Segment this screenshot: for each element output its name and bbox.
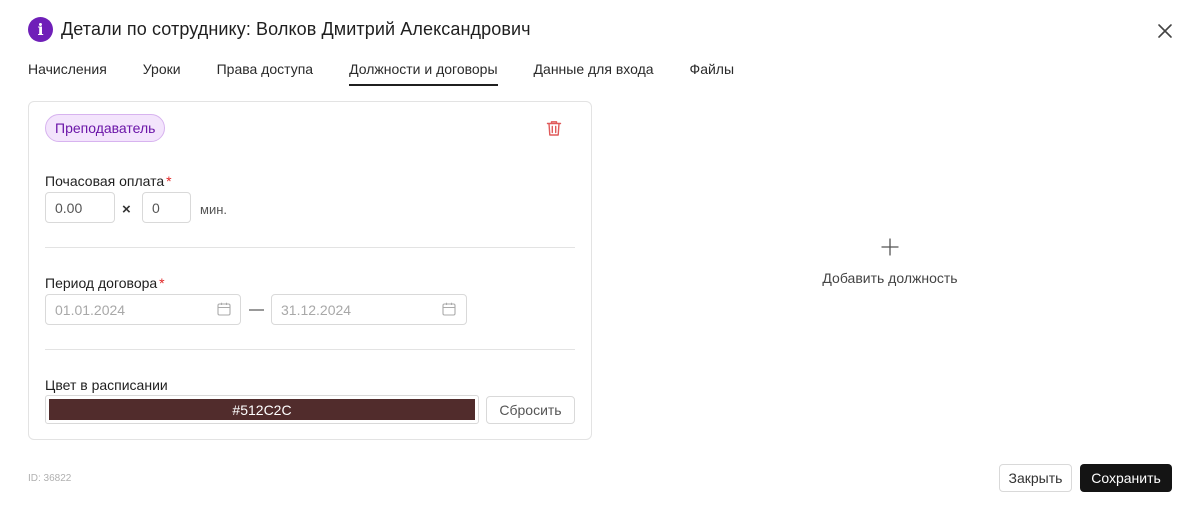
color-swatch[interactable]: #512C2C bbox=[49, 399, 475, 420]
tab-login-data[interactable]: Данные для входа bbox=[534, 60, 654, 86]
divider bbox=[45, 349, 575, 350]
tab-files[interactable]: Файлы bbox=[690, 60, 734, 86]
save-button[interactable]: Сохранить bbox=[1080, 464, 1172, 492]
add-position-label: Добавить должность bbox=[822, 270, 958, 286]
info-icon: i bbox=[28, 17, 53, 42]
date-separator: — bbox=[249, 301, 264, 318]
hourly-rate-label: Почасовая оплата * bbox=[45, 173, 172, 189]
contract-period-label-text: Период договора bbox=[45, 275, 158, 291]
role-tag: Преподаватель bbox=[45, 114, 166, 142]
trash-icon[interactable] bbox=[545, 119, 563, 137]
contract-end-date-input[interactable] bbox=[271, 294, 467, 325]
add-position-button[interactable]: Добавить должность bbox=[790, 238, 990, 304]
reset-color-button[interactable]: Сбросить bbox=[486, 396, 575, 424]
close-icon[interactable] bbox=[1154, 20, 1176, 42]
hourly-rate-input[interactable] bbox=[45, 192, 115, 223]
tab-positions-contracts[interactable]: Должности и договоры bbox=[349, 60, 499, 86]
tab-access-rights[interactable]: Права доступа bbox=[217, 60, 313, 86]
tab-lessons[interactable]: Уроки bbox=[143, 60, 181, 86]
calendar-icon[interactable] bbox=[217, 302, 231, 316]
required-mark: * bbox=[166, 173, 172, 189]
times-sign: × bbox=[122, 201, 131, 218]
employee-details-modal: i Детали по сотруднику: Волков Дмитрий А… bbox=[0, 0, 1200, 512]
contract-period-label: Период договора * bbox=[45, 275, 165, 291]
minutes-unit: мин. bbox=[200, 202, 227, 217]
divider bbox=[45, 247, 575, 248]
tab-accruals[interactable]: Начисления bbox=[28, 60, 107, 86]
plus-icon bbox=[881, 238, 899, 256]
tab-bar: Начисления Уроки Права доступа Должности… bbox=[28, 60, 770, 86]
contract-start-date-input[interactable] bbox=[45, 294, 241, 325]
schedule-color-label: Цвет в расписании bbox=[45, 377, 168, 393]
minutes-input[interactable] bbox=[142, 192, 191, 223]
schedule-color-picker[interactable]: #512C2C bbox=[45, 395, 479, 424]
close-button[interactable]: Закрыть bbox=[999, 464, 1072, 492]
modal-header: i Детали по сотруднику: Волков Дмитрий А… bbox=[28, 17, 531, 42]
calendar-icon[interactable] bbox=[442, 302, 456, 316]
position-card: Преподаватель Почасовая оплата* × мин. П… bbox=[28, 101, 592, 440]
record-id: ID: 36822 bbox=[28, 473, 72, 484]
hourly-rate-label-text: Почасовая оплата bbox=[45, 173, 165, 189]
modal-title: Детали по сотруднику: Волков Дмитрий Але… bbox=[61, 19, 531, 39]
required-mark: * bbox=[159, 275, 165, 291]
